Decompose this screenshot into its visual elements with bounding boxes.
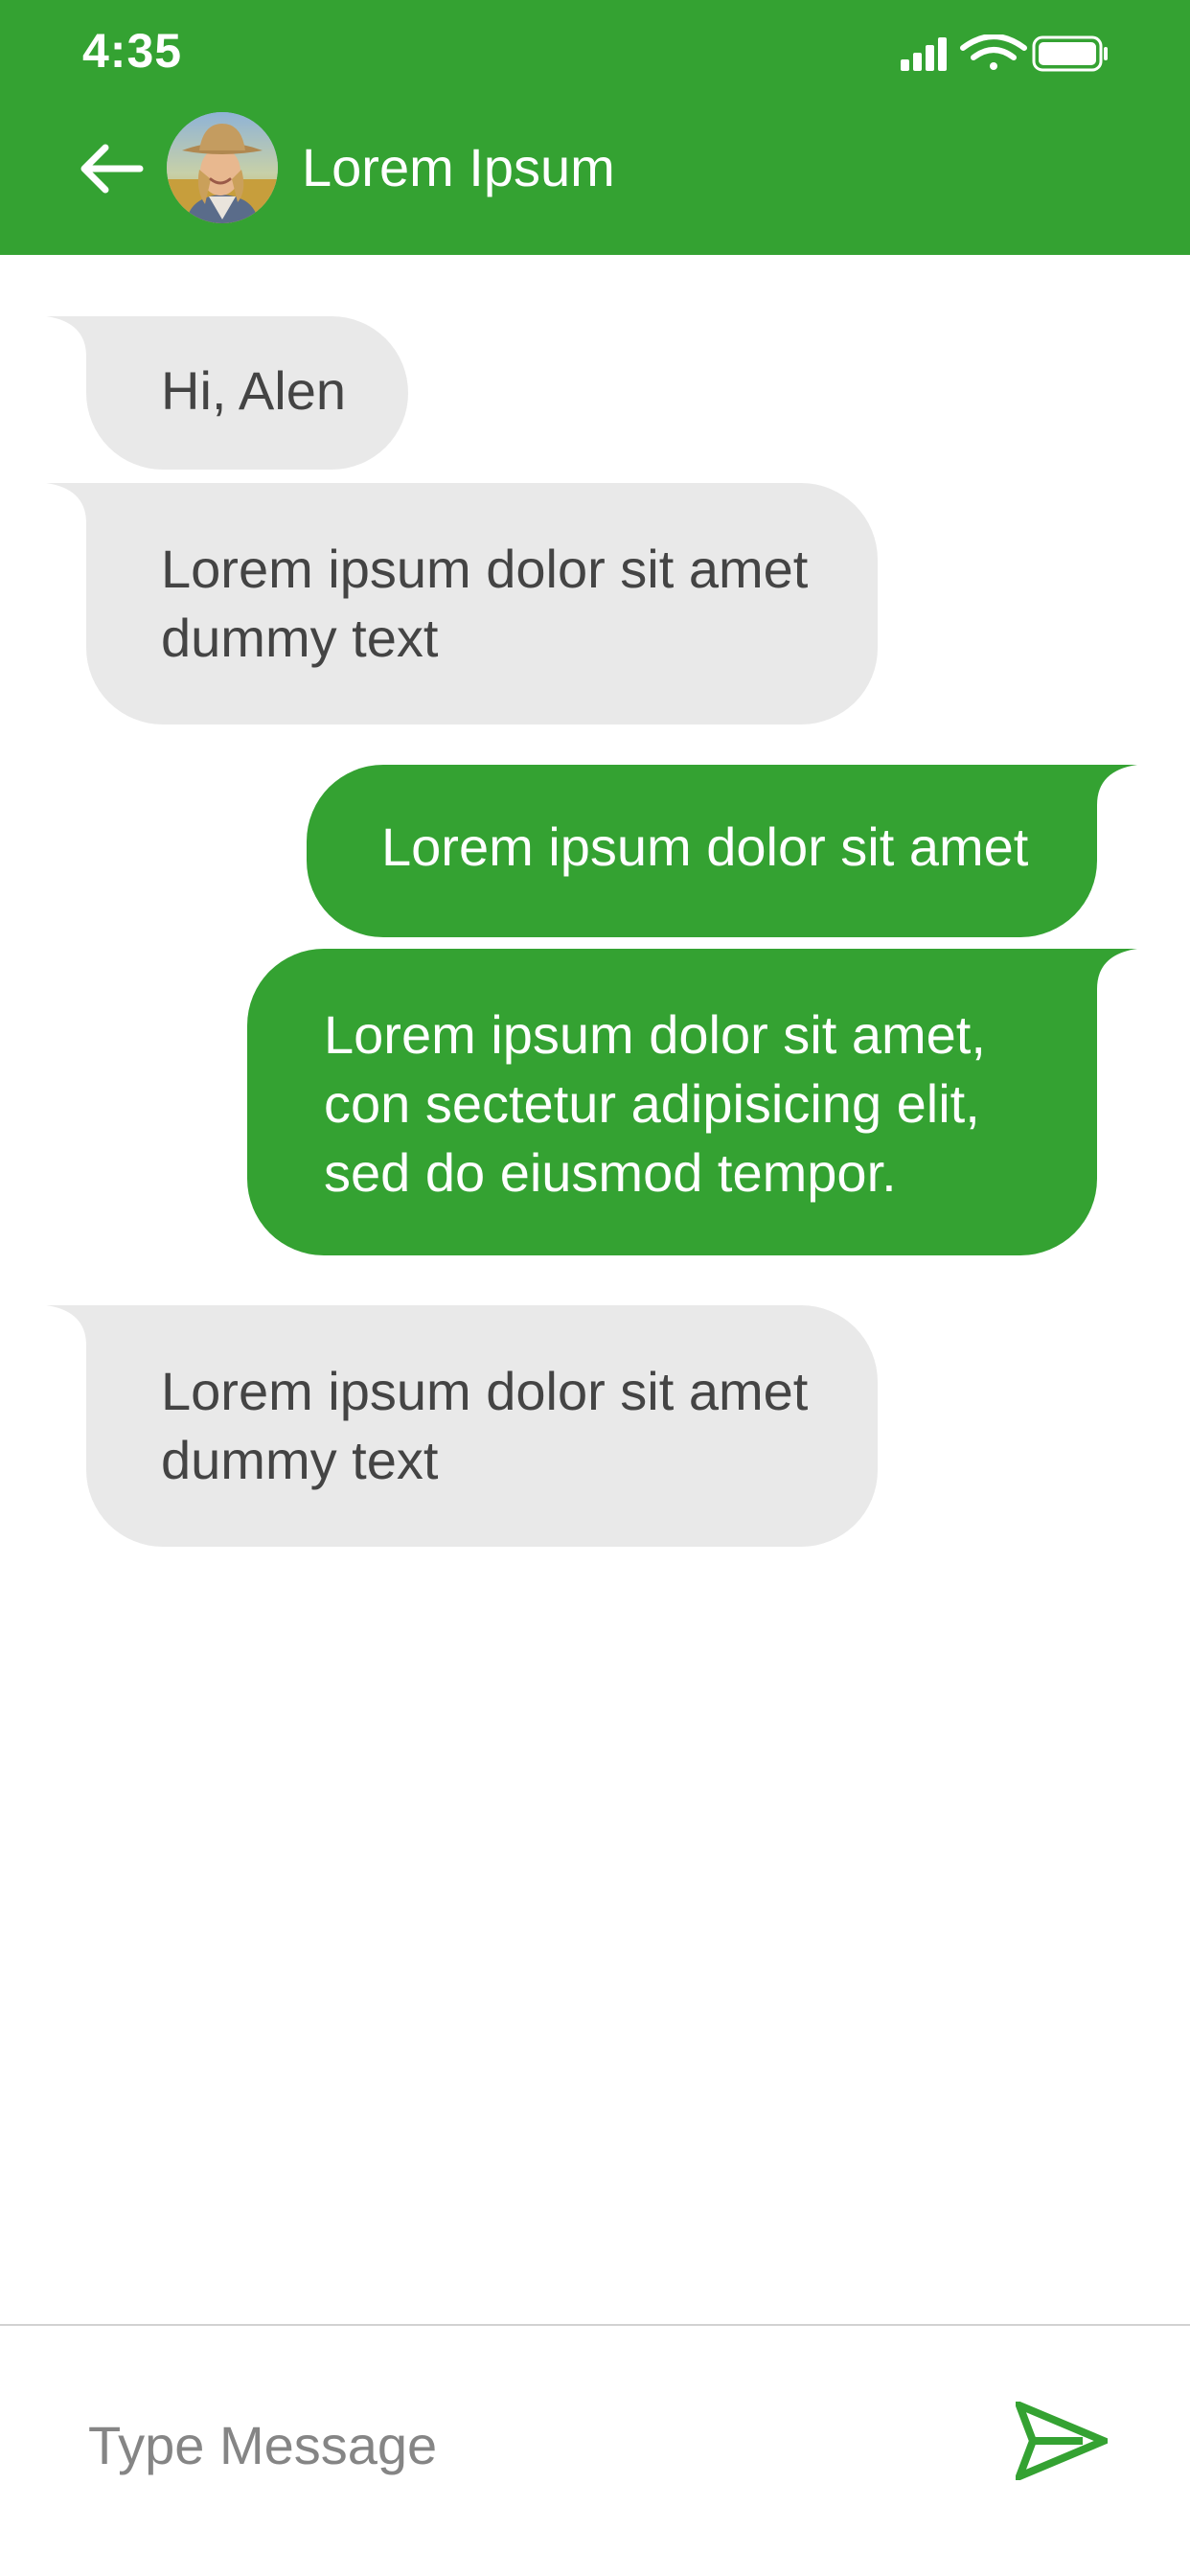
message-text: Hi, Alen xyxy=(161,360,346,421)
message-bubble-incoming[interactable]: Lorem ipsum dolor sit amet dummy text xyxy=(46,1305,878,1547)
message-bubble-incoming[interactable]: Lorem ipsum dolor sit amet dummy text xyxy=(46,483,878,724)
message-text: Lorem ipsum dolor sit amet xyxy=(381,816,1029,877)
send-button[interactable] xyxy=(1012,2398,1114,2484)
message-text: Lorem ipsum dolor sit amet, con sectetur… xyxy=(324,1004,986,1203)
bubble-tail xyxy=(46,483,86,523)
message-bubble-outgoing[interactable]: Lorem ipsum dolor sit amet xyxy=(307,765,1137,937)
back-button[interactable] xyxy=(79,144,144,194)
battery-icon xyxy=(1032,35,1108,72)
composer-divider xyxy=(0,2324,1190,2326)
send-icon xyxy=(1012,2398,1114,2484)
bubble-tail xyxy=(1097,949,1137,989)
contact-name: Lorem Ipsum xyxy=(302,137,615,197)
avatar[interactable] xyxy=(167,112,278,223)
message-text: Lorem ipsum dolor sit amet dummy text xyxy=(161,1361,809,1490)
message-bubble-incoming[interactable]: Hi, Alen xyxy=(46,316,408,470)
bubble-tail xyxy=(1097,765,1137,805)
message-text: Lorem ipsum dolor sit amet dummy text xyxy=(161,539,809,668)
cellular-signal-icon xyxy=(901,37,947,71)
bubble-tail xyxy=(46,316,86,356)
message-bubble-outgoing[interactable]: Lorem ipsum dolor sit amet, con sectetur… xyxy=(247,949,1137,1255)
chat-header: 4:35 Lorem Ipsum xyxy=(0,0,1190,255)
wifi-icon xyxy=(960,34,1027,70)
bubble-tail xyxy=(46,1305,86,1346)
status-icons xyxy=(899,34,1110,73)
message-input[interactable] xyxy=(86,2401,952,2489)
status-time: 4:35 xyxy=(82,24,183,78)
arrow-left-icon xyxy=(80,144,144,194)
